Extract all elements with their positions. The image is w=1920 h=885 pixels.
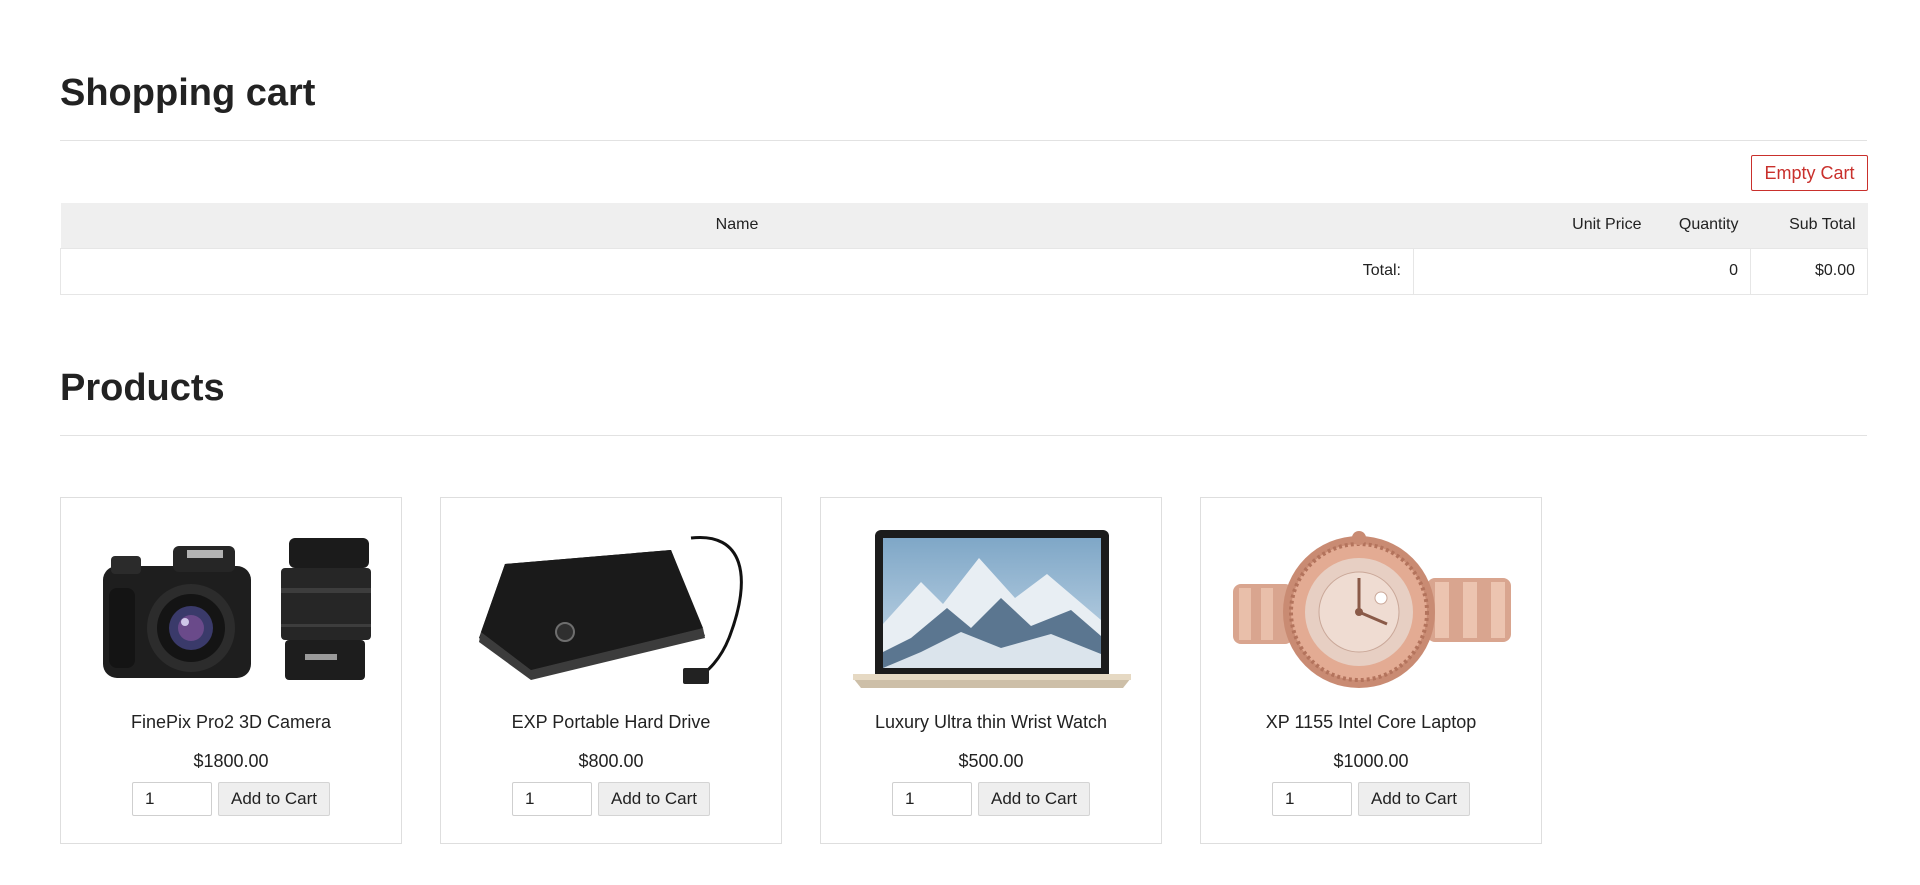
product-name: FinePix Pro2 3D Camera — [130, 712, 332, 732]
product-actions: Add to Cart — [61, 782, 401, 816]
empty-cart-button[interactable]: Empty Cart — [1751, 155, 1868, 191]
product-actions: Add to Cart — [821, 782, 1161, 816]
quantity-input[interactable] — [512, 782, 592, 816]
products-divider — [60, 435, 1867, 436]
product-price: $500.00 — [958, 751, 1024, 771]
col-unit-price: Unit Price — [1413, 203, 1654, 248]
product-name: EXP Portable Hard Drive — [511, 712, 711, 732]
wrist-watch-image — [1233, 531, 1511, 688]
product-name: Luxury Ultra thin Wrist Watch — [874, 712, 1108, 732]
add-to-cart-button[interactable]: Add to Cart — [1358, 782, 1470, 816]
product-price: $1000.00 — [1333, 751, 1409, 771]
product-card: XP 1155 Intel Core Laptop $1000.00 Add t… — [1200, 497, 1542, 844]
add-to-cart-button[interactable]: Add to Cart — [218, 782, 330, 816]
add-to-cart-button[interactable]: Add to Cart — [978, 782, 1090, 816]
laptop-image — [853, 530, 1131, 688]
cart-divider — [60, 140, 1867, 141]
quantity-input[interactable] — [892, 782, 972, 816]
product-name: XP 1155 Intel Core Laptop — [1265, 712, 1477, 732]
camera-image — [103, 538, 371, 680]
product-card: Luxury Ultra thin Wrist Watch $500.00 Ad… — [820, 497, 1162, 844]
col-sub-total: Sub Total — [1750, 203, 1868, 248]
total-label: Total: — [60, 247, 1414, 295]
product-card: FinePix Pro2 3D Camera $1800.00 Add to C… — [60, 497, 402, 844]
total-quantity: 0 — [1413, 247, 1751, 295]
product-actions: Add to Cart — [1201, 782, 1541, 816]
cart-header-row: Name Unit Price Quantity Sub Total — [60, 203, 1868, 248]
cart-table: Name Unit Price Quantity Sub Total Total… — [60, 203, 1868, 295]
col-quantity: Quantity — [1653, 203, 1751, 248]
products-title: Products — [60, 367, 225, 409]
product-price: $800.00 — [578, 751, 644, 771]
col-name: Name — [60, 203, 1414, 248]
hard-drive-image — [479, 535, 743, 684]
cart-title: Shopping cart — [60, 72, 316, 114]
add-to-cart-button[interactable]: Add to Cart — [598, 782, 710, 816]
cart-total-row: Total: 0 $0.00 — [60, 247, 1868, 295]
quantity-input[interactable] — [132, 782, 212, 816]
total-amount: $0.00 — [1750, 247, 1868, 295]
quantity-input[interactable] — [1272, 782, 1352, 816]
product-price: $1800.00 — [193, 751, 269, 771]
product-card: EXP Portable Hard Drive $800.00 Add to C… — [440, 497, 782, 844]
product-actions: Add to Cart — [441, 782, 781, 816]
